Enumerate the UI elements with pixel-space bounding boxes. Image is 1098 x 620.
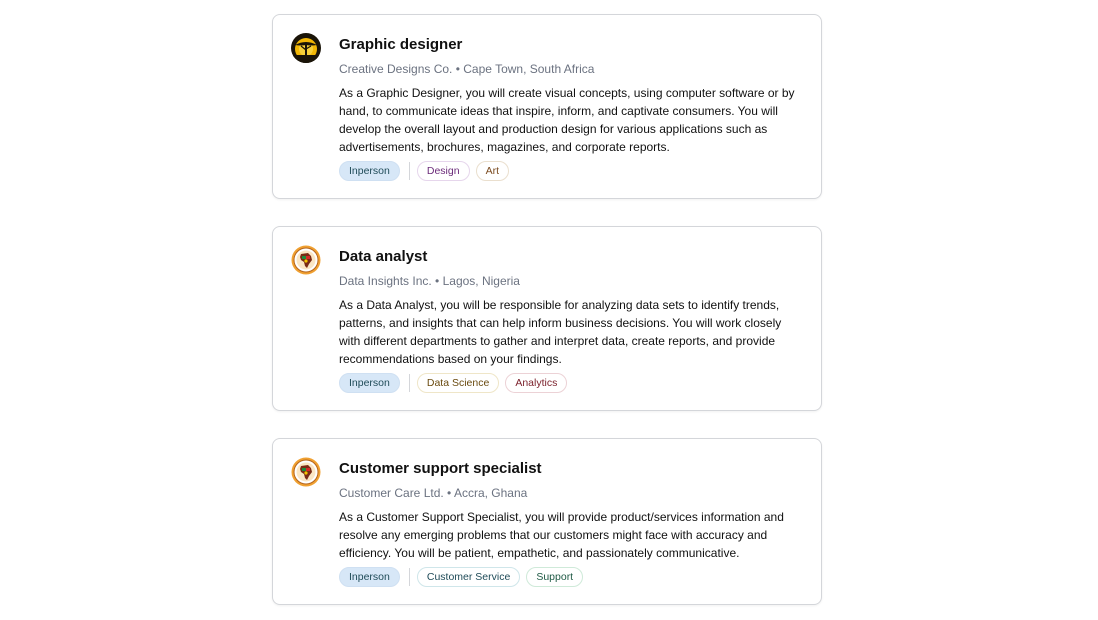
category-tag: Design [416, 161, 470, 181]
job-description: As a Customer Support Specialist, you wi… [339, 510, 784, 560]
job-card[interactable]: Graphic designer Creative Designs Co. • … [272, 14, 822, 199]
meta-separator: • [443, 486, 454, 500]
tag-list: Inperson Customer Service Support [339, 567, 805, 587]
africa-emblem-logo-icon [291, 245, 321, 275]
category-tag: Analytics [505, 373, 568, 393]
job-card[interactable]: Data analyst Data Insights Inc. • Lagos,… [272, 226, 822, 411]
tag-divider [408, 374, 410, 392]
job-list: Graphic designer Creative Designs Co. • … [0, 0, 1098, 620]
job-title[interactable]: Graphic designer [339, 36, 805, 54]
work-mode-badge: Inperson [339, 373, 400, 393]
africa-emblem-logo-icon [291, 457, 321, 487]
tag-divider [408, 162, 410, 180]
job-location: Accra, Ghana [453, 486, 528, 500]
job-description: As a Graphic Designer, you will create v… [339, 86, 795, 154]
meta-separator: • [452, 62, 464, 76]
job-description: As a Data Analyst, you will be responsib… [339, 298, 782, 366]
category-tag: Customer Service [416, 567, 521, 587]
company-name: Creative Designs Co. [339, 62, 453, 76]
category-tag: Data Science [416, 373, 500, 393]
work-mode-badge: Inperson [339, 567, 400, 587]
job-location: Lagos, Nigeria [442, 274, 520, 288]
job-title[interactable]: Data analyst [339, 248, 805, 266]
job-location: Cape Town, South Africa [463, 62, 595, 76]
tag-list: Inperson Data Science Analytics [339, 373, 805, 393]
company-name: Customer Care Ltd. [339, 486, 444, 500]
tag-divider [408, 568, 410, 586]
meta-separator: • [431, 274, 443, 288]
work-mode-badge: Inperson [339, 161, 400, 181]
job-meta: Customer Care Ltd. • Accra, Ghana [339, 486, 805, 501]
savanna-tree-logo-icon [291, 33, 321, 63]
tag-list: Inperson Design Art [339, 161, 805, 181]
job-card[interactable]: Customer support specialist Customer Car… [272, 438, 822, 605]
job-meta: Creative Designs Co. • Cape Town, South … [339, 62, 805, 77]
job-title[interactable]: Customer support specialist [339, 460, 805, 478]
company-name: Data Insights Inc. [339, 274, 432, 288]
job-meta: Data Insights Inc. • Lagos, Nigeria [339, 274, 805, 289]
category-tag: Support [526, 567, 584, 587]
category-tag: Art [475, 161, 509, 181]
